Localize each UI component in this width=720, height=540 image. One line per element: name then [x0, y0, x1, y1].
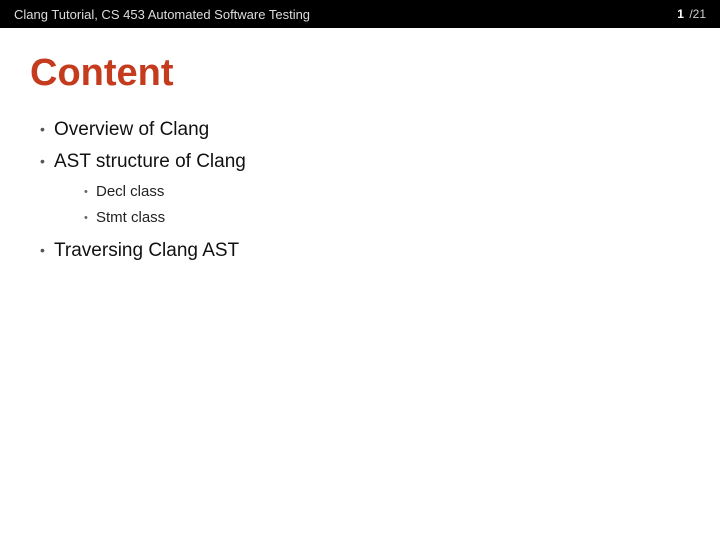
- list-item-text: Traversing Clang AST: [54, 240, 239, 261]
- page-current: 1: [677, 7, 684, 21]
- list-item-text: Overview of Clang: [54, 119, 209, 140]
- slide-title: Content: [30, 52, 690, 95]
- list-item: AST structure of Clang Decl class Stmt c…: [40, 149, 690, 228]
- bullet-list: Overview of Clang AST structure of Clang…: [30, 117, 690, 263]
- page-counter: 1 /21: [677, 7, 706, 21]
- sub-list-item-text: Stmt class: [96, 209, 165, 226]
- header-title: Clang Tutorial, CS 453 Automated Softwar…: [14, 7, 310, 22]
- sub-list: Decl class Stmt class: [54, 182, 690, 228]
- sub-list-item-text: Decl class: [96, 183, 164, 200]
- list-item-text: AST structure of Clang: [54, 151, 246, 172]
- slide-header: Clang Tutorial, CS 453 Automated Softwar…: [0, 0, 720, 28]
- list-item: Traversing Clang AST: [40, 238, 690, 264]
- list-item: Overview of Clang: [40, 117, 690, 143]
- page-total: /21: [689, 7, 706, 21]
- sub-list-item: Decl class: [84, 182, 690, 202]
- sub-list-item: Stmt class: [84, 208, 690, 228]
- slide: Clang Tutorial, CS 453 Automated Softwar…: [0, 0, 720, 540]
- slide-body: Content Overview of Clang AST structure …: [0, 28, 720, 293]
